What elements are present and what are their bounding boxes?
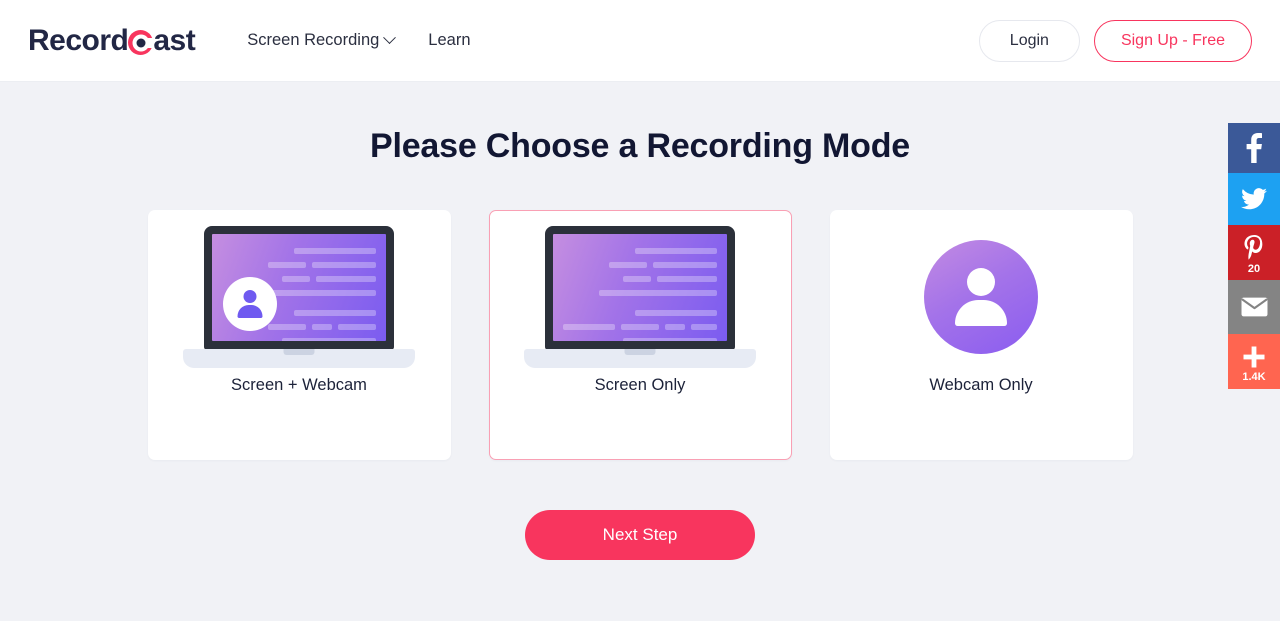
share-email-button[interactable]	[1228, 280, 1280, 334]
nav-item-screen-recording[interactable]: Screen Recording	[247, 31, 397, 50]
main-content: Please Choose a Recording Mode Screen + …	[0, 82, 1280, 621]
twitter-icon	[1241, 188, 1267, 210]
main-nav: Screen Recording Learn	[247, 31, 470, 50]
facebook-icon	[1245, 133, 1263, 163]
envelope-icon	[1241, 297, 1268, 317]
next-step-container: Next Step	[0, 510, 1280, 560]
mode-card-webcam-only[interactable]: Webcam Only	[829, 210, 1133, 460]
mode-card-screen-webcam[interactable]: Screen + Webcam	[147, 210, 451, 460]
nav-item-learn[interactable]: Learn	[428, 31, 470, 50]
laptop-icon	[183, 225, 415, 368]
page-title: Please Choose a Recording Mode	[369, 127, 911, 165]
plus-icon	[1242, 345, 1266, 369]
webcam-avatar-icon	[223, 276, 277, 331]
screen-webcam-illustration	[149, 211, 450, 376]
logo[interactable]: Record ast	[28, 23, 196, 58]
pinterest-count: 20	[1247, 262, 1261, 275]
share-more-button[interactable]: 1.4K	[1228, 334, 1280, 389]
signup-button[interactable]: Sign Up - Free	[1093, 19, 1252, 62]
share-pinterest-button[interactable]: 20	[1228, 225, 1280, 280]
recording-mode-options: Screen + Webcam Screen Only Webcam Only	[0, 210, 1280, 460]
share-total-count: 1.4K	[1242, 370, 1266, 383]
laptop-icon	[524, 225, 756, 368]
screen-only-illustration	[490, 211, 791, 376]
site-header: Record ast Screen Recording Learn Login S…	[0, 0, 1280, 82]
logo-text-after: ast	[153, 23, 196, 57]
webcam-only-illustration	[831, 211, 1132, 376]
pinterest-icon	[1243, 234, 1265, 261]
logo-text-before: Record	[28, 23, 129, 57]
record-dot-icon	[128, 30, 155, 55]
share-facebook-button[interactable]	[1228, 123, 1280, 173]
webcam-avatar-icon	[924, 239, 1038, 354]
chevron-down-icon	[383, 31, 397, 45]
header-actions: Login Sign Up - Free	[978, 19, 1252, 62]
login-button[interactable]: Login	[978, 19, 1080, 62]
social-share-rail: 20 1.4K	[1228, 123, 1280, 389]
share-twitter-button[interactable]	[1228, 173, 1280, 225]
mode-card-label: Webcam Only	[929, 376, 1033, 394]
mode-card-screen-only[interactable]: Screen Only	[488, 210, 792, 460]
next-step-button[interactable]: Next Step	[525, 510, 755, 560]
mode-card-label: Screen Only	[594, 376, 686, 394]
nav-item-label: Screen Recording	[247, 31, 380, 49]
mode-card-label: Screen + Webcam	[231, 376, 367, 394]
nav-item-label: Learn	[428, 31, 471, 49]
